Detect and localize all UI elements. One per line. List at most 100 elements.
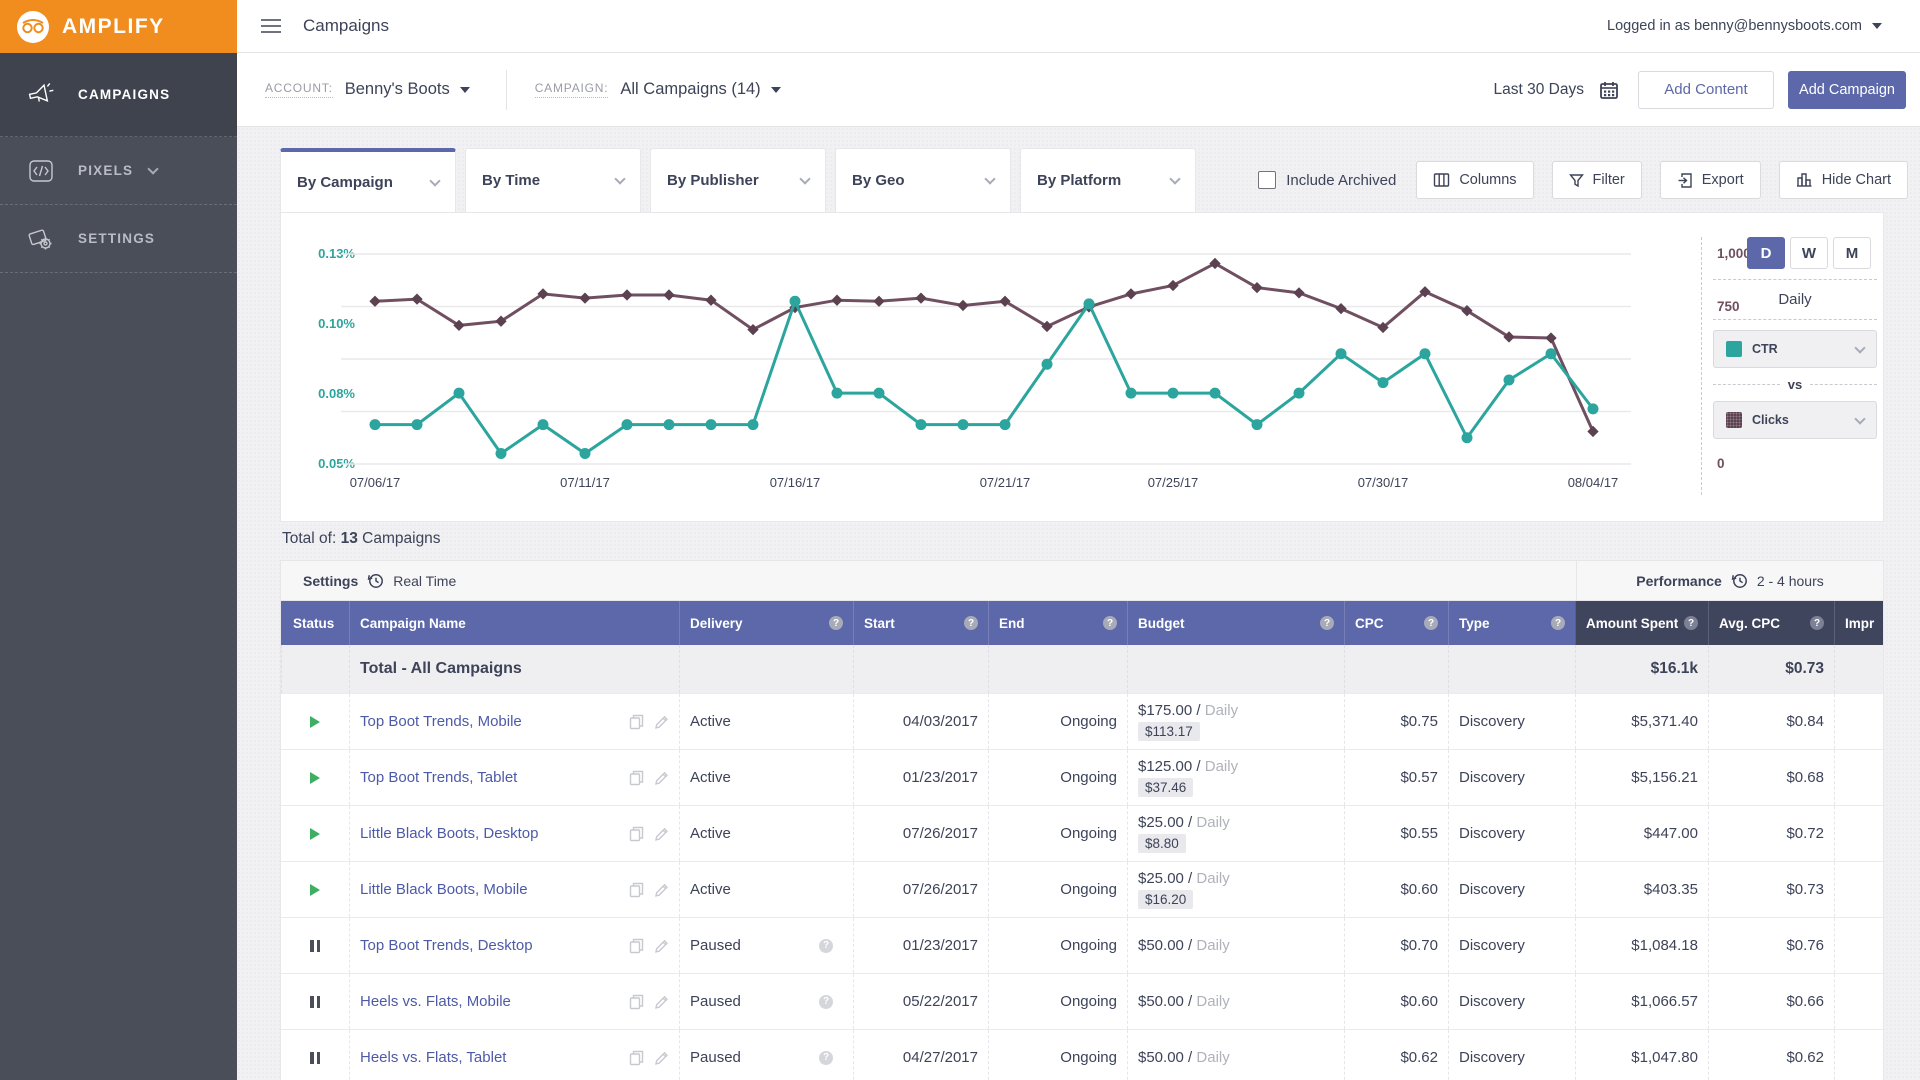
ctr-point — [1251, 419, 1263, 431]
column-header-status[interactable]: Status — [281, 601, 349, 645]
checkbox-icon[interactable] — [1258, 171, 1277, 189]
sidebar-item-label: CAMPAIGNS — [78, 87, 171, 102]
x-axis-label: 07/30/17 — [1357, 475, 1409, 490]
copy-icon[interactable] — [629, 882, 644, 898]
tab-by-geo[interactable]: By Geo — [835, 148, 1011, 212]
export-button[interactable]: Export — [1659, 161, 1761, 199]
start-date-cell: 01/23/2017 — [853, 918, 988, 973]
sidebar-item-label: SETTINGS — [78, 231, 156, 246]
pencil-edit-icon[interactable] — [654, 770, 669, 786]
pencil-edit-icon[interactable] — [654, 714, 669, 730]
tab-by-platform[interactable]: By Platform — [1020, 148, 1196, 212]
ctr-line — [375, 297, 1595, 456]
pencil-edit-icon[interactable] — [654, 938, 669, 954]
avg-cpc-cell: $0.72 — [1708, 806, 1834, 861]
copy-icon[interactable] — [629, 994, 644, 1010]
column-header-start[interactable]: Start? — [853, 601, 988, 645]
avg-cpc-cell: $0.76 — [1708, 918, 1834, 973]
help-icon[interactable]: ? — [1684, 616, 1698, 630]
help-icon[interactable]: ? — [964, 616, 978, 630]
campaign-name-link[interactable]: Top Boot Trends, Tablet — [360, 769, 517, 786]
sidebar-item-campaigns[interactable]: CAMPAIGNS — [0, 53, 237, 137]
column-header-type[interactable]: Type? — [1448, 601, 1575, 645]
total-amount-spent: $16.1k — [1575, 645, 1708, 693]
budget-amount: $125.00 / Daily — [1138, 758, 1238, 775]
granularity-button-m[interactable]: M — [1833, 237, 1871, 269]
campaign-name-link[interactable]: Heels vs. Flats, Tablet — [360, 1049, 506, 1066]
trend-chart — [341, 253, 1631, 465]
date-range-picker[interactable]: Last 30 Days — [1494, 79, 1620, 101]
columns-button[interactable]: Columns — [1416, 161, 1534, 199]
column-header-campaign-name[interactable]: Campaign Name — [349, 601, 679, 645]
budget-value: $50.00 / — [1138, 1049, 1193, 1066]
budget-cell: $125.00 / Daily $37.46 — [1127, 750, 1344, 805]
help-icon[interactable]: ? — [819, 938, 833, 953]
include-archived-checkbox[interactable]: Include Archived — [1258, 171, 1396, 189]
help-icon[interactable]: ? — [1551, 616, 1565, 630]
total-label-cell: Total - All Campaigns — [349, 645, 679, 693]
campaign-name-link[interactable]: Little Black Boots, Desktop — [360, 825, 538, 842]
column-header-avg-cpc[interactable]: Avg. CPC? — [1708, 601, 1834, 645]
menu-hamburger-icon[interactable] — [261, 15, 281, 37]
start-date-cell: 07/26/2017 — [853, 862, 988, 917]
column-header-delivery[interactable]: Delivery? — [679, 601, 853, 645]
empty-cell — [1344, 645, 1448, 693]
column-header-impr[interactable]: Impr — [1834, 601, 1883, 645]
sidebar-item-pixels[interactable]: PIXELS — [0, 137, 237, 205]
help-icon[interactable]: ? — [1320, 616, 1334, 630]
ctr-point — [789, 295, 801, 307]
copy-icon[interactable] — [629, 826, 644, 842]
empty-cell — [988, 645, 1127, 693]
help-icon[interactable]: ? — [1424, 616, 1438, 630]
ctr-point — [831, 387, 843, 399]
column-header-label: End — [999, 615, 1025, 631]
tab-by-campaign[interactable]: By Campaign — [280, 148, 456, 212]
column-header-end[interactable]: End? — [988, 601, 1127, 645]
amount-spent-cell: $403.35 — [1575, 862, 1708, 917]
secondary-metric-dropdown[interactable]: Clicks — [1713, 401, 1877, 439]
avg-cpc-cell: $0.66 — [1708, 974, 1834, 1029]
hide-chart-button[interactable]: Hide Chart — [1778, 161, 1908, 199]
copy-icon[interactable] — [629, 938, 644, 954]
copy-icon[interactable] — [629, 1050, 644, 1066]
account-selector[interactable]: ACCOUNT: Benny's Boots — [265, 80, 470, 99]
granularity-button-w[interactable]: W — [1790, 237, 1828, 269]
pixels-code-icon — [29, 159, 53, 182]
campaign-name-link[interactable]: Heels vs. Flats, Mobile — [360, 993, 511, 1010]
ctr-point — [1461, 432, 1473, 444]
pencil-edit-icon[interactable] — [654, 882, 669, 898]
pencil-edit-icon[interactable] — [654, 1050, 669, 1066]
help-icon[interactable]: ? — [819, 994, 833, 1009]
campaign-name-link[interactable]: Little Black Boots, Mobile — [360, 881, 528, 898]
pencil-edit-icon[interactable] — [654, 994, 669, 1010]
primary-metric-dropdown[interactable]: CTR — [1713, 330, 1877, 368]
help-icon[interactable]: ? — [1103, 616, 1117, 630]
help-icon[interactable]: ? — [829, 616, 843, 630]
copy-icon[interactable] — [629, 714, 644, 730]
tab-by-publisher[interactable]: By Publisher — [650, 148, 826, 212]
cpc-cell: $0.70 — [1344, 918, 1448, 973]
campaign-selector[interactable]: CAMPAIGN: All Campaigns (14) — [534, 80, 781, 99]
total-row-label: Total - All Campaigns — [360, 660, 522, 677]
column-header-cpc[interactable]: CPC? — [1344, 601, 1448, 645]
campaign-name-link[interactable]: Top Boot Trends, Desktop — [360, 937, 533, 954]
help-icon[interactable]: ? — [1810, 616, 1824, 630]
x-axis-label: 07/16/17 — [769, 475, 821, 490]
copy-icon[interactable] — [629, 770, 644, 786]
tab-by-time[interactable]: By Time — [465, 148, 641, 212]
add-campaign-button[interactable]: Add Campaign — [1788, 70, 1906, 109]
sidebar-item-settings[interactable]: SETTINGS — [0, 205, 237, 273]
logged-in-menu[interactable]: Logged in as benny@bennysboots.com — [1607, 18, 1882, 34]
date-range-value: Last 30 Days — [1493, 80, 1584, 98]
pencil-edit-icon[interactable] — [654, 826, 669, 842]
column-header-budget[interactable]: Budget? — [1127, 601, 1344, 645]
granularity-button-d[interactable]: D — [1747, 237, 1785, 269]
x-axis-label: 07/25/17 — [1147, 475, 1199, 490]
help-icon[interactable]: ? — [819, 1050, 833, 1065]
campaign-name-link[interactable]: Top Boot Trends, Mobile — [360, 713, 522, 730]
column-header-amount-spent[interactable]: Amount Spent? — [1575, 601, 1708, 645]
add-content-button[interactable]: Add Content — [1638, 70, 1774, 109]
type-cell: Discovery — [1448, 862, 1575, 917]
filter-button[interactable]: Filter — [1551, 161, 1642, 199]
pause-status-icon — [310, 939, 320, 952]
